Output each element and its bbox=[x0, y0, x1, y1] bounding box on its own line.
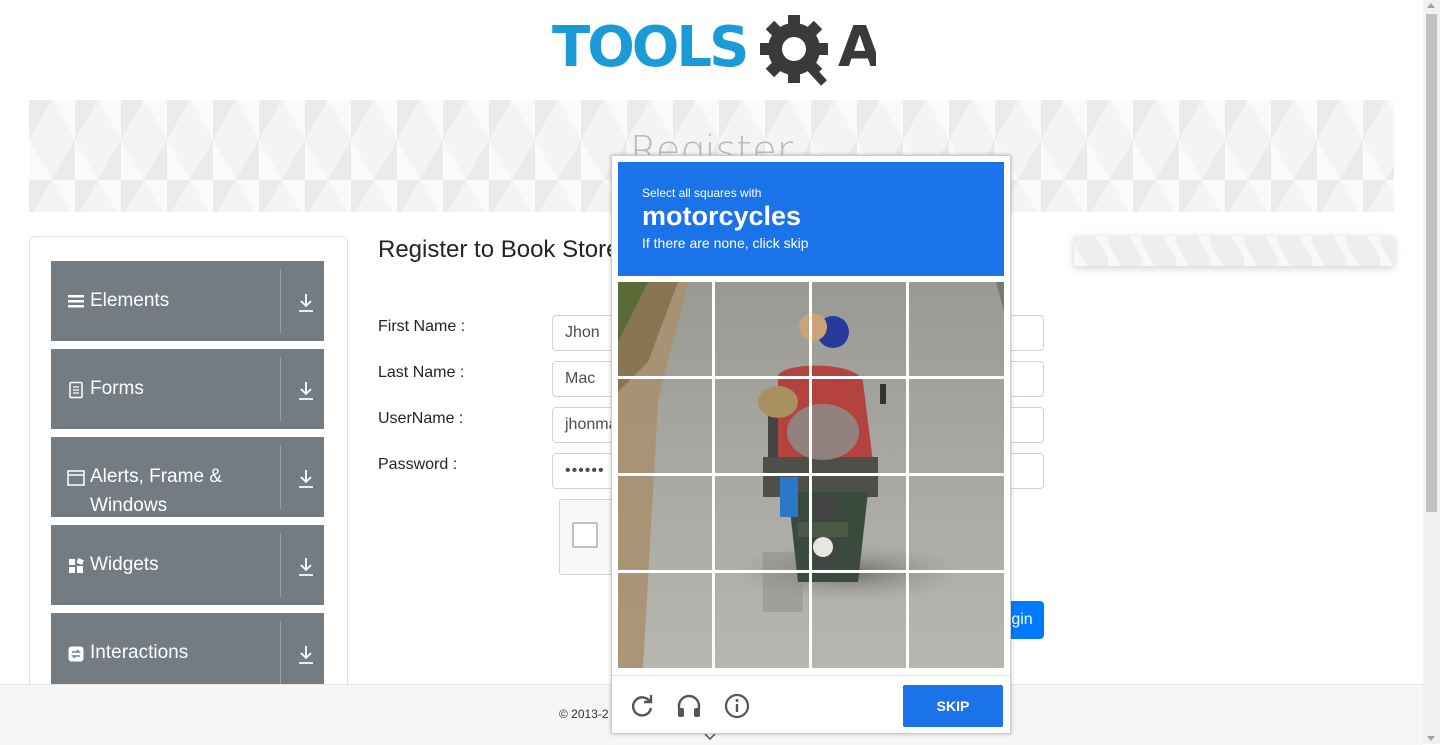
captcha-tile[interactable] bbox=[812, 379, 906, 473]
recaptcha-checkbox[interactable] bbox=[572, 522, 598, 548]
captcha-tile[interactable] bbox=[812, 282, 906, 376]
captcha-tile[interactable] bbox=[618, 379, 712, 473]
download-icon bbox=[299, 558, 313, 576]
captcha-challenge: Select all squares with motorcycles If t… bbox=[611, 155, 1011, 734]
captcha-tile[interactable] bbox=[909, 282, 1004, 376]
captcha-header: Select all squares with motorcycles If t… bbox=[618, 162, 1004, 276]
reload-icon[interactable] bbox=[629, 693, 655, 719]
scrollbar-thumb[interactable] bbox=[1426, 14, 1437, 512]
sidebar-group-label: Alerts, Frame & bbox=[90, 466, 222, 487]
captcha-tile[interactable] bbox=[715, 282, 809, 376]
sidebar-group-label: Widgets bbox=[90, 554, 159, 575]
captcha-tile[interactable] bbox=[812, 573, 906, 668]
last-name-label: Last Name : bbox=[378, 364, 465, 381]
sidebar-group-elements[interactable]: Elements bbox=[51, 261, 324, 341]
sidebar-group-interactions[interactable]: Interactions bbox=[51, 613, 324, 693]
divider bbox=[280, 357, 281, 421]
chevron-down-icon[interactable] bbox=[704, 733, 716, 741]
captcha-hint: If there are none, click skip bbox=[642, 235, 809, 251]
download-icon bbox=[299, 294, 313, 312]
username-label: UserName : bbox=[378, 410, 464, 427]
gear-icon bbox=[760, 15, 828, 86]
form-title: Register to Book Store bbox=[378, 236, 620, 263]
captcha-tile[interactable] bbox=[909, 573, 1004, 668]
captcha-tile[interactable] bbox=[715, 379, 809, 473]
footer-copyright: © 2013-2 bbox=[559, 707, 609, 721]
captcha-instruction: Select all squares with bbox=[642, 186, 762, 200]
logo-text-a: A bbox=[838, 15, 876, 80]
skip-button[interactable]: SKIP bbox=[903, 685, 1003, 727]
divider bbox=[280, 533, 281, 597]
sidebar-group-label-line2: Windows bbox=[90, 495, 168, 516]
info-icon[interactable] bbox=[724, 693, 750, 719]
captcha-tile[interactable] bbox=[618, 476, 712, 570]
recaptcha-widget bbox=[559, 499, 619, 575]
logo-text-tools: TOOLS bbox=[552, 15, 746, 80]
toolsqa-logo[interactable]: TOOLS A bbox=[552, 14, 876, 90]
captcha-target: motorcycles bbox=[642, 201, 802, 231]
download-icon bbox=[299, 646, 313, 664]
window-icon bbox=[67, 470, 85, 486]
sidebar-group-widgets[interactable]: Widgets bbox=[51, 525, 324, 605]
captcha-tile[interactable] bbox=[618, 282, 712, 376]
captcha-tile[interactable] bbox=[909, 379, 1004, 473]
sidebar-group-alerts-frame-windows[interactable]: Alerts, Frame & Windows bbox=[51, 437, 324, 517]
captcha-image-grid bbox=[618, 282, 1004, 668]
interactions-icon bbox=[68, 646, 84, 662]
download-icon bbox=[299, 382, 313, 400]
ad-banner bbox=[1074, 236, 1394, 266]
sidebar-group-label: Forms bbox=[90, 378, 144, 399]
divider bbox=[280, 445, 281, 509]
download-icon bbox=[299, 470, 313, 488]
headphones-icon[interactable] bbox=[676, 693, 702, 719]
sidebar-group-forms[interactable]: Forms bbox=[51, 349, 324, 429]
captcha-tile[interactable] bbox=[812, 476, 906, 570]
divider bbox=[280, 269, 281, 333]
scroll-down-arrow[interactable] bbox=[1427, 736, 1435, 741]
password-label: Password : bbox=[378, 456, 458, 473]
divider bbox=[280, 621, 281, 685]
captcha-tile[interactable] bbox=[715, 476, 809, 570]
sidebar-group-label: Elements bbox=[90, 290, 170, 311]
captcha-tile[interactable] bbox=[715, 573, 809, 668]
widgets-icon bbox=[69, 558, 84, 573]
captcha-footer: SKIP bbox=[612, 675, 1010, 734]
sidebar: Elements Forms Alerts, Frame & Windows W… bbox=[29, 236, 348, 708]
captcha-tile[interactable] bbox=[618, 573, 712, 668]
scrollbar[interactable] bbox=[1423, 0, 1440, 744]
hamburger-icon bbox=[68, 295, 84, 308]
sidebar-group-label: Interactions bbox=[90, 642, 189, 663]
captcha-tile[interactable] bbox=[909, 476, 1004, 570]
first-name-label: First Name : bbox=[378, 318, 466, 335]
scroll-up-arrow[interactable] bbox=[1427, 3, 1435, 8]
document-icon bbox=[69, 381, 83, 399]
